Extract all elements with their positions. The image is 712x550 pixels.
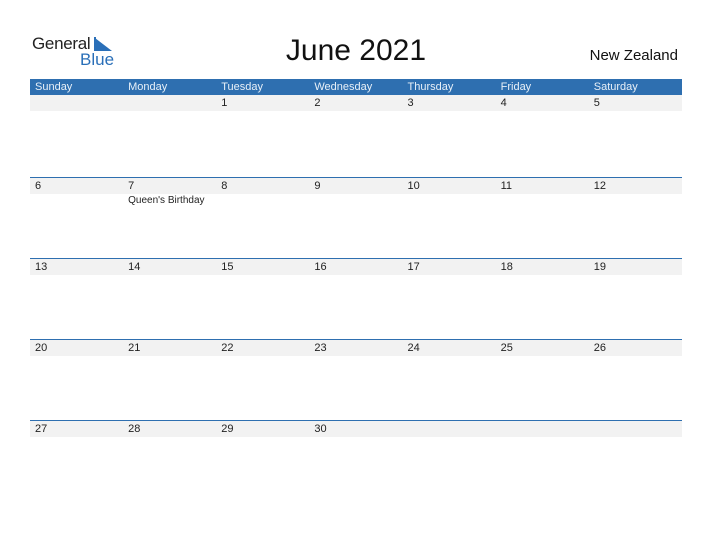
day-number [589,421,682,437]
weekday-wednesday: Wednesday [314,81,373,93]
date-strip: 20 21 22 23 24 25 26 [30,339,682,356]
day-number: 28 [128,423,141,435]
day-number [403,421,496,437]
day-number: 10 [407,180,420,192]
day-number: 24 [407,342,420,354]
day-number: 14 [128,261,141,273]
week-row: 1 2 3 4 5 [30,95,682,176]
calendar-grid: Sunday Monday Tuesday Wednesday Thursday… [30,79,682,437]
day-event [309,194,402,207]
day-event [496,194,589,207]
weekday-tuesday: Tuesday [221,81,264,93]
day-number: 6 [35,180,42,192]
day-number: 3 [407,97,414,109]
day-number: 5 [593,97,600,109]
day-number: 17 [407,261,420,273]
day-number: 11 [500,180,513,192]
day-number: 18 [500,261,513,273]
day-number [30,95,123,111]
day-number: 2 [314,97,321,109]
day-event [30,194,123,207]
day-number: 29 [221,423,234,435]
day-number [123,95,216,111]
weekday-sunday: Sunday [35,81,73,93]
date-strip: 6 7 8 9 10 11 12 [30,177,682,194]
day-number: 27 [35,423,48,435]
day-number: 20 [35,342,48,354]
day-number [496,421,589,437]
weekday-saturday: Saturday [593,81,638,93]
day-number: 16 [314,261,327,273]
weekday-header: Sunday Monday Tuesday Wednesday Thursday… [30,79,682,95]
day-number: 26 [593,342,606,354]
week-row: 6 7 8 9 10 11 12 Queen's Birthday [30,177,682,258]
day-number: 12 [593,180,606,192]
date-strip: 1 2 3 4 5 [30,95,682,111]
week-row: 13 14 15 16 17 18 19 [30,258,682,339]
day-number: 4 [500,97,507,109]
country-label: New Zealand [589,47,678,64]
day-number: 8 [221,180,228,192]
day-number: 13 [35,261,48,273]
date-strip: 13 14 15 16 17 18 19 [30,258,682,275]
weekday-thursday: Thursday [407,81,454,93]
day-number: 22 [221,342,234,354]
day-event [216,194,309,207]
day-number: 1 [221,97,228,109]
day-number: 7 [128,180,135,192]
day-number: 9 [314,180,321,192]
day-number: 21 [128,342,141,354]
day-event: Queen's Birthday [128,195,205,206]
weekday-friday: Friday [500,81,532,93]
day-number: 30 [314,423,327,435]
events-row: Queen's Birthday [30,194,682,207]
day-number: 15 [221,261,234,273]
day-event [403,194,496,207]
date-strip: 27 28 29 30 [30,420,682,437]
week-row: 27 28 29 30 [30,420,682,501]
weekday-monday: Monday [128,81,168,93]
day-event [589,194,682,207]
day-number: 23 [314,342,327,354]
week-row: 20 21 22 23 24 25 26 [30,339,682,420]
day-number: 19 [593,261,606,273]
day-number: 25 [500,342,513,354]
